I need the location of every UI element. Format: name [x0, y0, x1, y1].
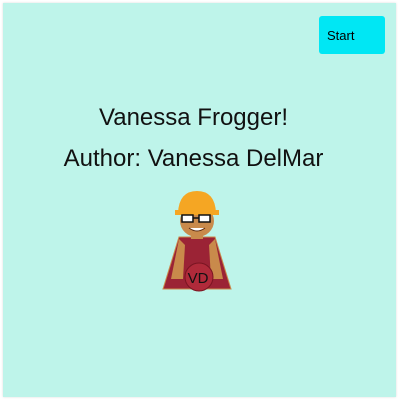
avatar-hat	[178, 191, 216, 213]
avatar-glasses-right	[198, 214, 211, 223]
game-canvas: Start Vanessa Frogger! Author: Vanessa D…	[3, 3, 396, 397]
avatar-glasses-left	[181, 214, 194, 223]
avatar-initials: VD	[188, 270, 209, 287]
start-button[interactable]: Start	[319, 16, 385, 54]
author-credit: Author: Vanessa DelMar	[63, 145, 324, 172]
author-avatar: VD	[162, 191, 232, 292]
game-title: Vanessa Frogger!	[99, 104, 288, 131]
